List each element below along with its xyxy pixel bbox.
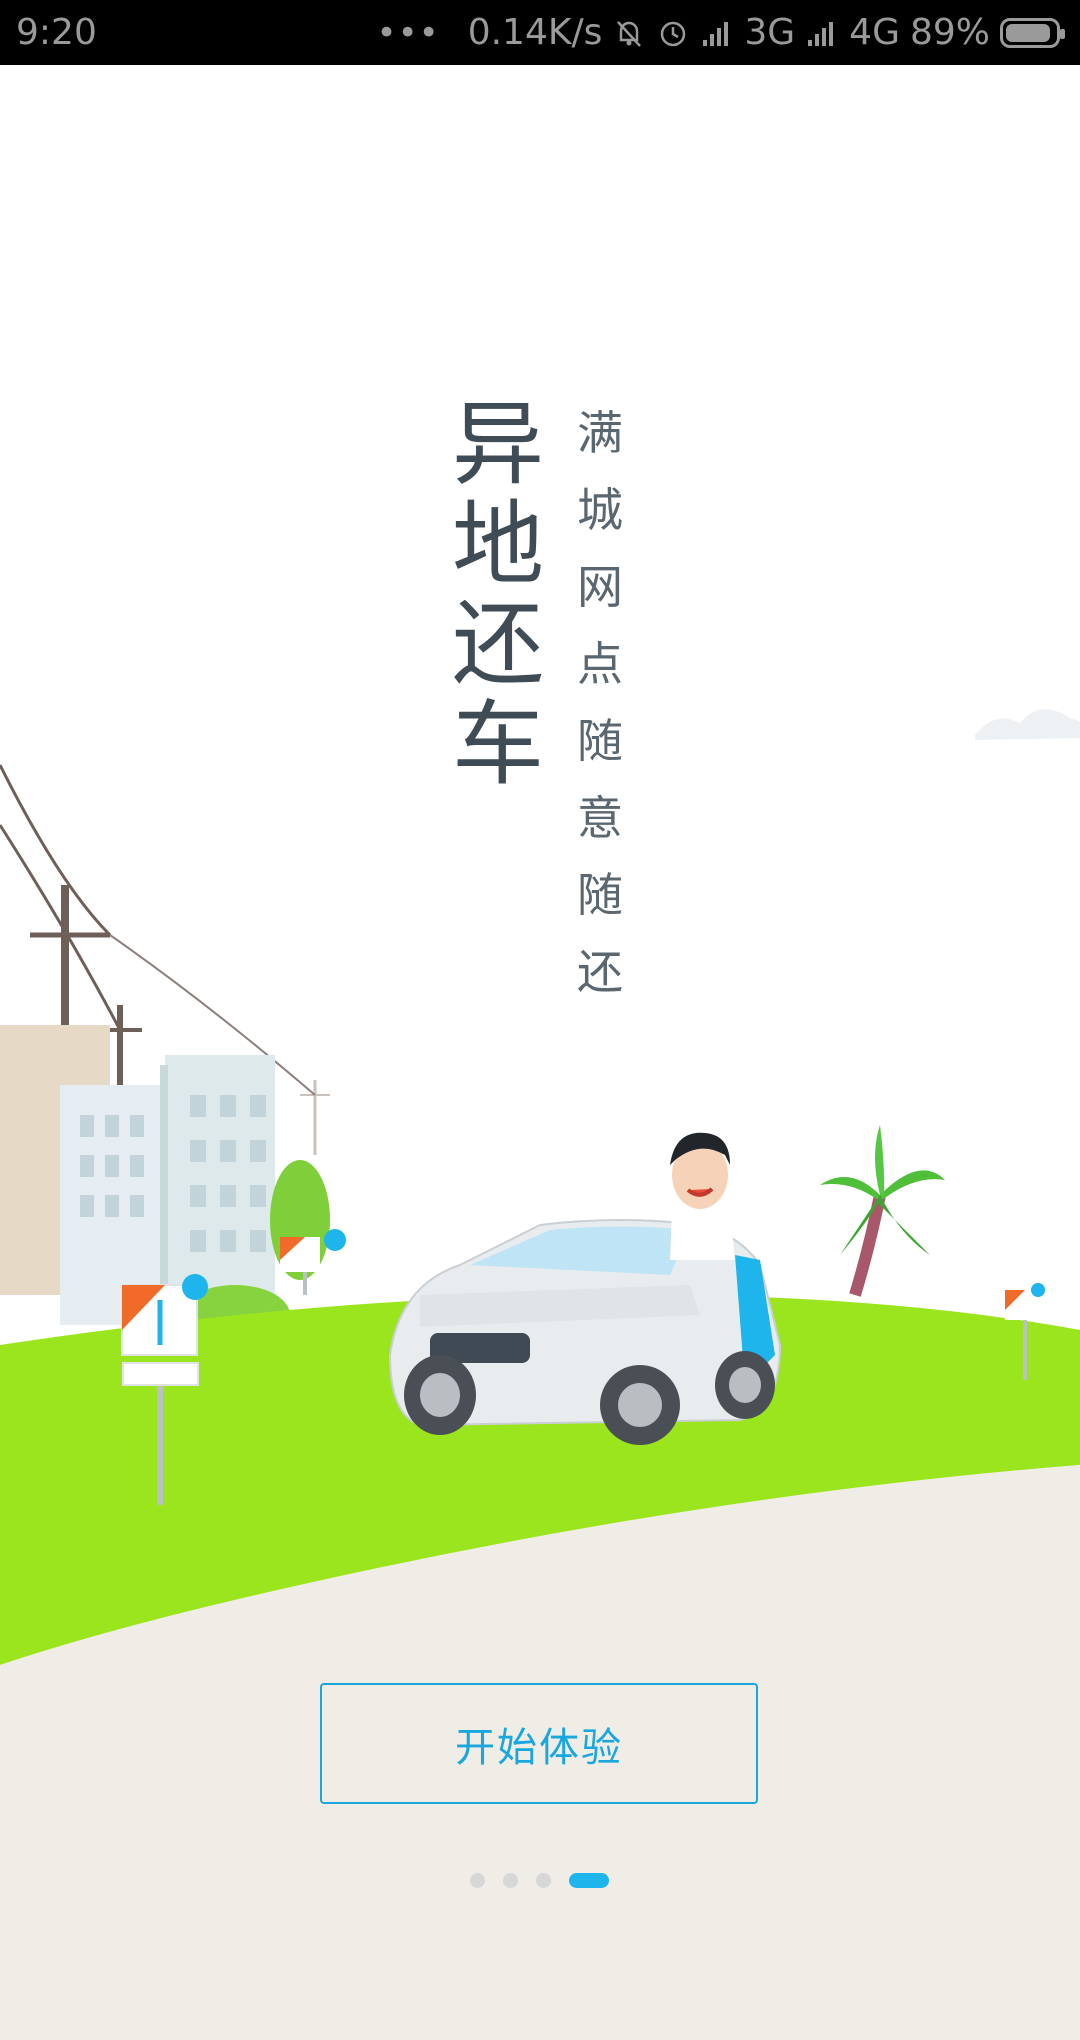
title-char: 地 — [451, 491, 544, 598]
subtitle-char: 满 — [577, 406, 623, 460]
parking-sign-small — [280, 1229, 346, 1295]
title-char: 异 — [451, 391, 544, 498]
subtitle-char: 还 — [577, 945, 623, 999]
start-experience-button[interactable]: 开始体验 — [320, 1683, 758, 1804]
page-subtitle: 满 城 网 点 随 意 随 还 — [570, 395, 630, 1011]
network-3g-label: 3G — [744, 12, 796, 53]
status-bar: 9:20 ••• 0.14K/s 3G 4G 89% — [0, 0, 1080, 65]
subtitle-char: 随 — [577, 868, 623, 922]
title-char: 还 — [451, 591, 544, 698]
subtitle-char: 点 — [577, 637, 623, 691]
subtitle-char: 随 — [577, 714, 623, 768]
onboarding-page[interactable]: 异 地 还 车 满 城 网 点 随 意 随 还 开始体验 — [0, 65, 1080, 2040]
page-dot-2[interactable] — [503, 1872, 518, 1888]
title-char: 车 — [451, 691, 544, 798]
cloud-shape — [975, 709, 1080, 740]
subtitle-char: 城 — [577, 483, 623, 537]
more-notifications-icon: ••• — [376, 12, 440, 53]
alarm-icon — [661, 21, 686, 46]
page-dot-4-active[interactable] — [569, 1872, 609, 1888]
signal-hd-icon — [808, 21, 834, 46]
page-dot-3[interactable] — [536, 1872, 551, 1888]
network-4g-label: 4G — [849, 12, 900, 53]
subtitle-char: 网 — [577, 560, 623, 614]
net-speed: 0.14K/s — [467, 12, 603, 53]
battery-percent: 89% — [909, 12, 990, 53]
battery-icon — [1000, 17, 1065, 48]
signal-3g-icon — [703, 21, 729, 46]
page-indicator — [470, 1872, 609, 1888]
mute-icon — [617, 20, 642, 47]
page-dot-1[interactable] — [470, 1872, 485, 1888]
driver-character — [670, 1132, 735, 1260]
status-time: 9:20 — [16, 12, 97, 53]
battery-level — [1006, 23, 1051, 42]
status-right-group: ••• 0.14K/s 3G 4G 89% — [376, 12, 1065, 53]
palm-tree — [820, 1125, 945, 1297]
page-title: 异 地 还 车 — [448, 395, 548, 795]
subtitle-char: 意 — [577, 791, 623, 845]
